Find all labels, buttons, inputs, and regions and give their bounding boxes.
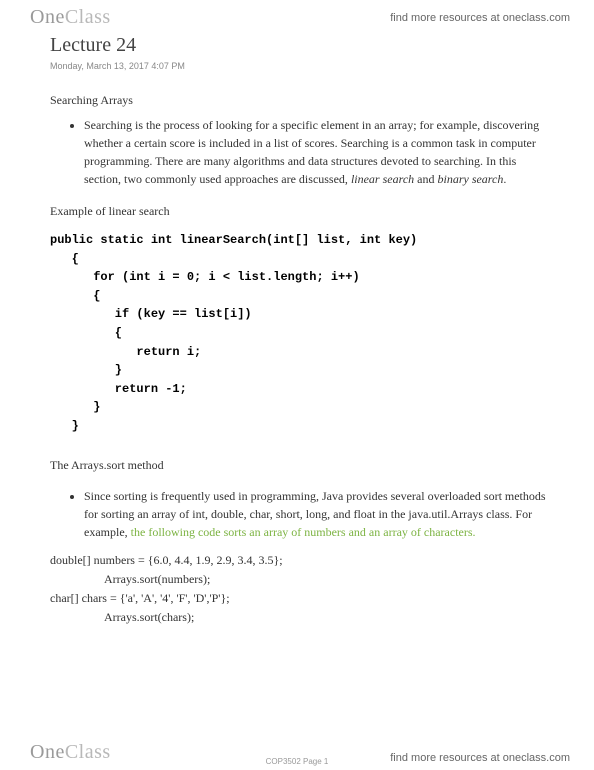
- logo-class: Class: [65, 6, 111, 28]
- page-title: Lecture 24: [50, 34, 554, 57]
- arraysort-bullet-list: Since sorting is frequently used in prog…: [50, 487, 554, 541]
- code-line-4: Arrays.sort(chars);: [50, 608, 554, 627]
- section-heading-arraysort: The Arrays.sort method: [50, 458, 554, 473]
- brand-logo: OneClass: [30, 6, 111, 29]
- arraysort-bullet-item: Since sorting is frequently used in prog…: [84, 487, 554, 541]
- resources-link-top[interactable]: find more resources at oneclass.com: [390, 12, 570, 24]
- section-heading-searching: Searching Arrays: [50, 93, 554, 108]
- document-body: Lecture 24 Monday, March 13, 2017 4:07 P…: [50, 34, 554, 730]
- logo-one: One: [30, 6, 65, 28]
- header-bar: OneClass find more resources at oneclass…: [0, 0, 594, 35]
- arraysort-highlight: the following code sorts an array of num…: [131, 525, 476, 539]
- bullet-text-end: .: [503, 172, 506, 186]
- timestamp: Monday, March 13, 2017 4:07 PM: [50, 61, 554, 71]
- bullet-italic-binary: binary search: [437, 172, 503, 186]
- code-lines-sort: double[] numbers = {6.0, 4.4, 1.9, 2.9, …: [50, 551, 554, 628]
- example-heading: Example of linear search: [50, 204, 554, 219]
- code-line-3: char[] chars = {'a', 'A', '4', 'F', 'D',…: [50, 589, 554, 608]
- searching-bullet-item: Searching is the process of looking for …: [84, 116, 554, 188]
- code-block-linear-search: public static int linearSearch(int[] lis…: [50, 231, 554, 436]
- page-number: COP3502 Page 1: [0, 757, 594, 766]
- bullet-text-mid: and: [414, 172, 437, 186]
- searching-bullet-list: Searching is the process of looking for …: [50, 116, 554, 188]
- code-line-2: Arrays.sort(numbers);: [50, 570, 554, 589]
- code-line-1: double[] numbers = {6.0, 4.4, 1.9, 2.9, …: [50, 551, 554, 570]
- bullet-italic-linear: linear search: [351, 172, 414, 186]
